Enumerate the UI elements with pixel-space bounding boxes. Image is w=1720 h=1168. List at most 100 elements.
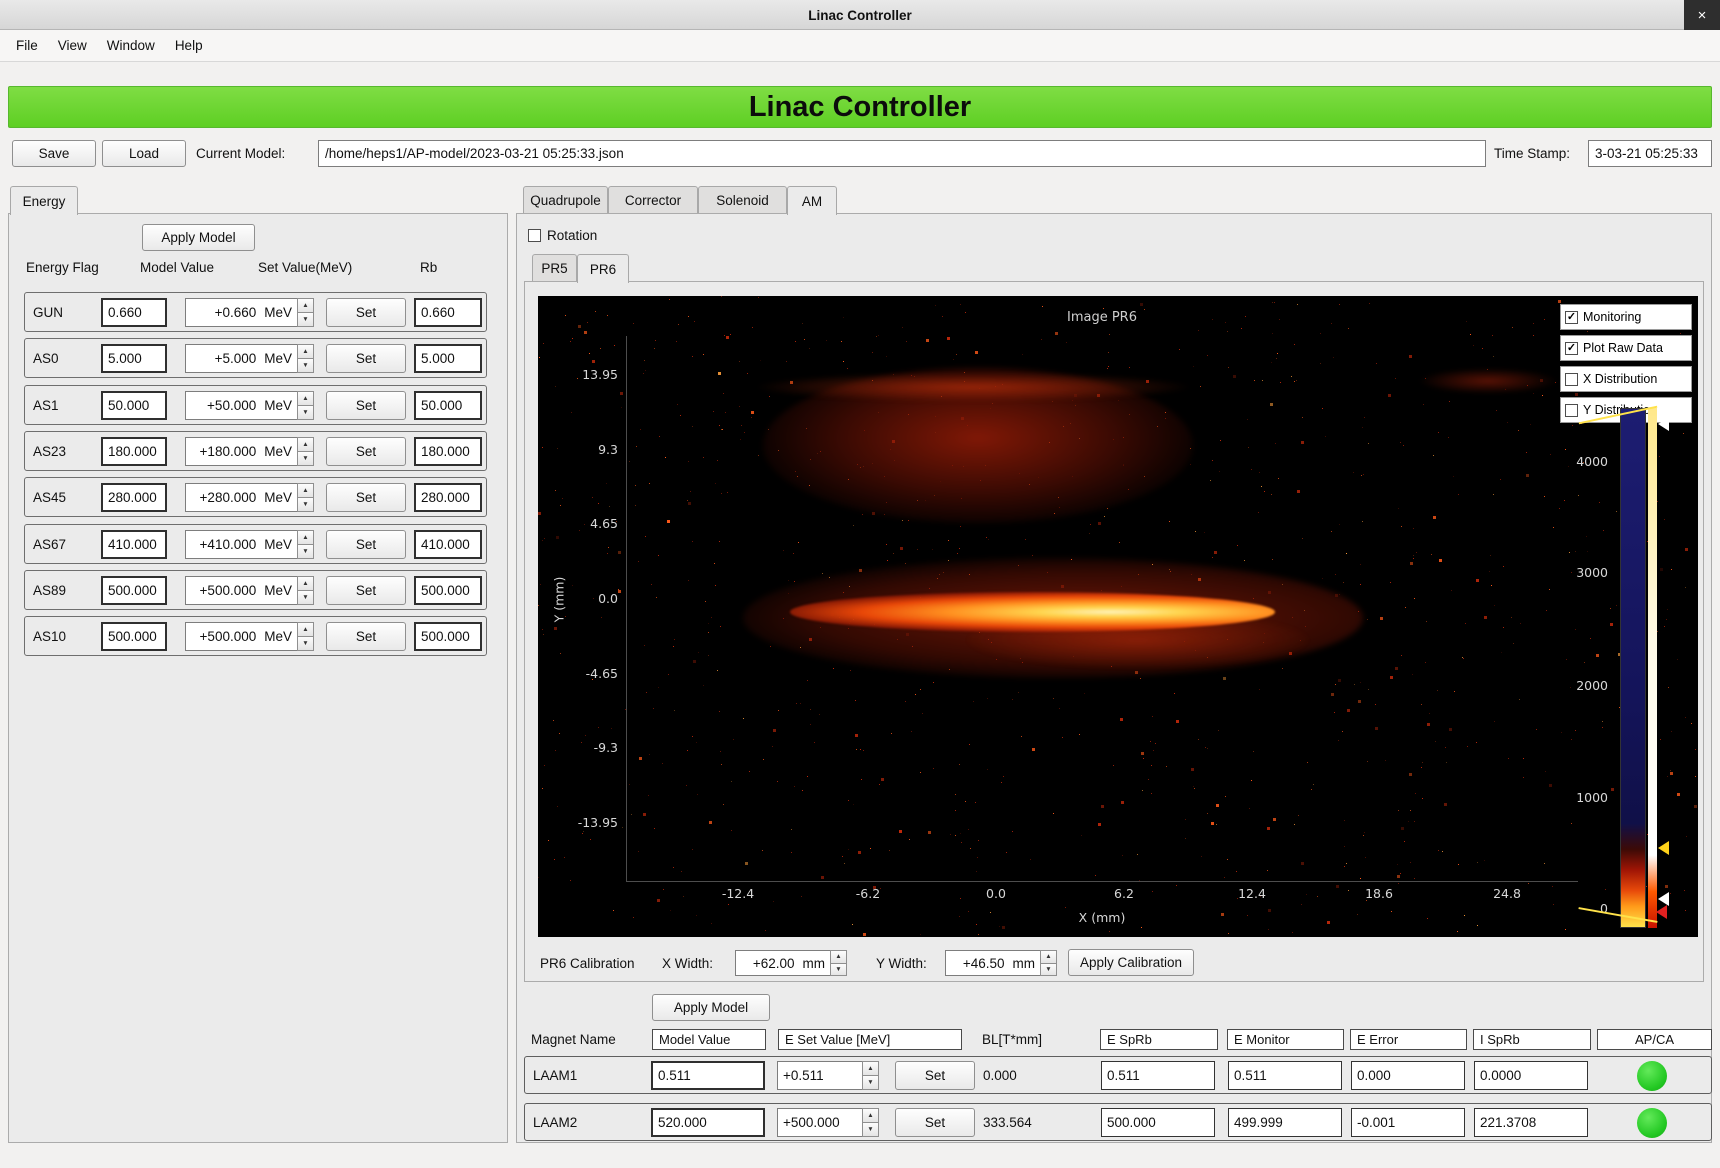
spin-up-icon[interactable]: ▲: [297, 622, 314, 637]
energy-apply-model-button[interactable]: Apply Model: [142, 224, 255, 251]
spin-down-icon[interactable]: ▼: [1040, 964, 1057, 977]
tab-pr5[interactable]: PR5: [532, 254, 577, 282]
model-value-field[interactable]: 180.000: [101, 437, 167, 466]
checkbox-icon[interactable]: [1565, 373, 1578, 386]
magnet-apply-model-button[interactable]: Apply Model: [652, 994, 770, 1021]
model-value-field[interactable]: 520.000: [651, 1108, 765, 1137]
spin-up-icon[interactable]: ▲: [862, 1108, 879, 1123]
magnet-row-laam1: LAAM1 0.511 +0.511 ▲▼ Set 0.000 0.511 0.…: [524, 1056, 1712, 1094]
spin-down-icon[interactable]: ▼: [297, 406, 314, 420]
set-value-spinner[interactable]: +50.000MeV ▲▼: [185, 391, 314, 420]
x-width-spinner[interactable]: +62.00mm ▲▼: [735, 950, 847, 976]
beam-image[interactable]: Image PR6 13.95 9.3 4.65 0.0 -4.65 -9.3 …: [538, 296, 1698, 937]
set-button[interactable]: Set: [895, 1061, 975, 1090]
tab-pr6[interactable]: PR6: [577, 254, 629, 283]
spin-down-icon[interactable]: ▼: [297, 498, 314, 512]
model-value-field[interactable]: 0.511: [651, 1061, 765, 1090]
set-value-spinner[interactable]: +0.511 ▲▼: [777, 1061, 879, 1090]
close-icon: ×: [1698, 7, 1707, 24]
tab-quadrupole[interactable]: Quadrupole: [523, 186, 608, 214]
spin-down-icon[interactable]: ▼: [297, 637, 314, 651]
spin-down-icon[interactable]: ▼: [297, 591, 314, 605]
set-value-spinner[interactable]: +500.000MeV ▲▼: [185, 576, 314, 605]
tab-energy[interactable]: Energy: [10, 186, 78, 215]
spin-up-icon[interactable]: ▲: [297, 437, 314, 452]
spin-down-icon[interactable]: ▼: [862, 1123, 879, 1137]
spin-down-icon[interactable]: ▼: [297, 359, 314, 373]
plot-raw-data-checkbox[interactable]: ✓ Plot Raw Data: [1560, 335, 1692, 361]
rotation-checkbox[interactable]: Rotation: [528, 228, 597, 243]
model-value-field[interactable]: 50.000: [101, 391, 167, 420]
checkbox-icon[interactable]: ✓: [1565, 311, 1578, 324]
model-value-field[interactable]: 280.000: [101, 483, 167, 512]
model-value-field[interactable]: 410.000: [101, 530, 167, 559]
set-button[interactable]: Set: [326, 391, 406, 420]
model-value-field[interactable]: 0.660: [101, 298, 167, 327]
set-value: +0.660: [215, 305, 257, 320]
header-e-error: E Error: [1350, 1029, 1467, 1050]
tab-corrector[interactable]: Corrector: [608, 186, 698, 214]
set-value-spinner[interactable]: +500.000MeV ▲▼: [185, 622, 314, 651]
set-value-spinner[interactable]: +0.660MeV ▲▼: [185, 298, 314, 327]
save-button[interactable]: Save: [12, 140, 96, 167]
x-tick: -6.2: [838, 886, 898, 901]
set-button[interactable]: Set: [895, 1108, 975, 1137]
header-model-value: Model Value: [652, 1029, 766, 1050]
load-button[interactable]: Load: [102, 140, 186, 167]
rb-field: 180.000: [414, 437, 482, 466]
menu-window[interactable]: Window: [97, 33, 165, 58]
spin-up-icon[interactable]: ▲: [297, 298, 314, 313]
set-button[interactable]: Set: [326, 530, 406, 559]
set-button[interactable]: Set: [326, 437, 406, 466]
set-value-spinner[interactable]: +5.000MeV ▲▼: [185, 344, 314, 373]
model-value-field[interactable]: 500.000: [101, 622, 167, 651]
spin-down-icon[interactable]: ▼: [830, 964, 847, 977]
set-button[interactable]: Set: [326, 483, 406, 512]
energy-header-model: Model Value: [140, 258, 214, 276]
colorbar-handle-white[interactable]: [1658, 892, 1669, 906]
set-button[interactable]: Set: [326, 576, 406, 605]
colorbar-handle-top[interactable]: [1658, 417, 1669, 431]
magnet-row-laam2: LAAM2 520.000 +500.000 ▲▼ Set 333.564 50…: [524, 1103, 1712, 1141]
model-value-field[interactable]: 500.000: [101, 576, 167, 605]
close-button[interactable]: ×: [1684, 0, 1720, 30]
colorbar-handle-red[interactable]: [1656, 905, 1667, 919]
spin-down-icon[interactable]: ▼: [297, 313, 314, 327]
beam-cloud-band: [753, 372, 1193, 402]
y-width-spinner[interactable]: +46.50mm ▲▼: [945, 950, 1057, 976]
colorbar-handle-mid[interactable]: [1658, 841, 1669, 855]
x-distribution-checkbox[interactable]: X Distribution: [1560, 366, 1692, 392]
spin-up-icon[interactable]: ▲: [297, 391, 314, 406]
spin-down-icon[interactable]: ▼: [297, 545, 314, 559]
set-value-spinner[interactable]: +280.000MeV ▲▼: [185, 483, 314, 512]
checkbox-icon[interactable]: ✓: [1565, 342, 1578, 355]
beam-smudge: [1418, 368, 1558, 394]
menu-help[interactable]: Help: [165, 33, 213, 58]
apply-calibration-button[interactable]: Apply Calibration: [1068, 949, 1194, 976]
set-button[interactable]: Set: [326, 344, 406, 373]
spin-up-icon[interactable]: ▲: [297, 483, 314, 498]
set-value-spinner[interactable]: +410.000MeV ▲▼: [185, 530, 314, 559]
set-button[interactable]: Set: [326, 622, 406, 651]
spin-up-icon[interactable]: ▲: [1040, 950, 1057, 964]
set-value-spinner[interactable]: +500.000 ▲▼: [777, 1108, 879, 1137]
checkbox-icon[interactable]: [1565, 404, 1578, 417]
current-model-input[interactable]: [318, 140, 1486, 167]
spin-down-icon[interactable]: ▼: [862, 1076, 879, 1090]
set-button[interactable]: Set: [326, 298, 406, 327]
spin-up-icon[interactable]: ▲: [297, 344, 314, 359]
spin-down-icon[interactable]: ▼: [297, 452, 314, 466]
monitoring-checkbox[interactable]: ✓ Monitoring: [1560, 304, 1692, 330]
spin-up-icon[interactable]: ▲: [297, 530, 314, 545]
spin-up-icon[interactable]: ▲: [862, 1061, 879, 1076]
tab-solenoid[interactable]: Solenoid: [698, 186, 787, 214]
timestamp-input[interactable]: [1588, 140, 1712, 167]
set-value-spinner[interactable]: +180.000MeV ▲▼: [185, 437, 314, 466]
spin-up-icon[interactable]: ▲: [297, 576, 314, 591]
spin-up-icon[interactable]: ▲: [830, 950, 847, 964]
tab-am[interactable]: AM: [787, 186, 837, 215]
menu-view[interactable]: View: [48, 33, 97, 58]
model-value-field[interactable]: 5.000: [101, 344, 167, 373]
checkbox-icon[interactable]: [528, 229, 541, 242]
menu-file[interactable]: File: [6, 33, 48, 58]
